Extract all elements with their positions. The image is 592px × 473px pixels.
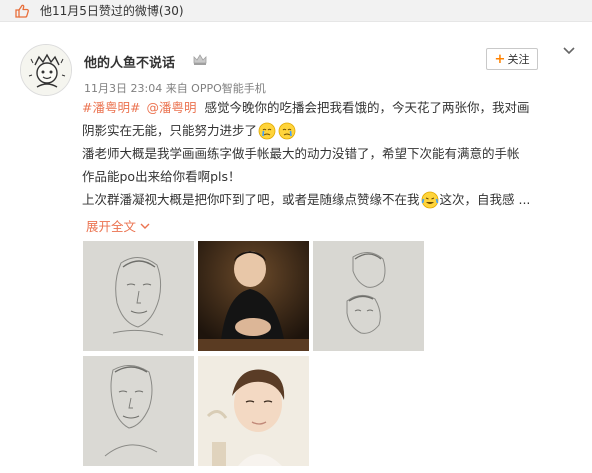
username[interactable]: 他的人鱼不说话 xyxy=(84,52,175,71)
expand-full-text-link[interactable]: 展开全文 xyxy=(86,216,150,235)
post-text-segment: 阴影实在无能，只能努力进步了 xyxy=(82,123,258,138)
sketch-portrait-2[interactable] xyxy=(313,241,424,351)
post-line-4: 作品能po出来给你看啊pls！ xyxy=(82,165,582,188)
post-text-segment: 这次，自我感 ... xyxy=(439,192,531,207)
crown-icon xyxy=(193,54,207,65)
expand-label: 展开全文 xyxy=(86,219,137,234)
liked-posts-title: 他11月5日赞过的微博(30) xyxy=(40,4,184,18)
post-text-segment: 感觉今晚你的吃播会把我看饿的，今天花了两张你，我对画 xyxy=(204,100,530,115)
photo-man-black-shirt[interactable] xyxy=(198,241,309,351)
avatar[interactable] xyxy=(20,44,72,96)
post-meta: 11月3日 23:04 来自 OPPO智能手机 xyxy=(84,82,266,95)
post-line-2: 阴影实在无能，只能努力进步了 xyxy=(82,119,582,142)
chevron-down-icon xyxy=(140,223,150,229)
post-line-3: 潘老师大概是我学画画练字做手帐最大的动力没错了，希望下次能有满意的手帐 xyxy=(82,142,582,165)
crying-face-icon xyxy=(258,122,276,139)
post-line-5: 上次群潘凝视大概是把你吓到了吧，或者是随缘点赞缘不在我 这次，自我感 ... xyxy=(82,188,582,211)
hashtag-link[interactable]: #潘粤明# xyxy=(82,96,140,119)
plus-icon: + xyxy=(494,51,506,67)
post-text-segment: 潘老师大概是我学画画练字做手帐最大的动力没错了，希望下次能有满意的手帐 xyxy=(82,146,520,161)
avatar-sketch-icon xyxy=(21,45,71,95)
crying-face-icon xyxy=(278,122,296,139)
photo-man-closeup[interactable] xyxy=(198,356,309,466)
follow-label: 关注 xyxy=(507,53,530,66)
sketch-portrait-1[interactable] xyxy=(83,241,194,351)
mention-link[interactable]: @潘粤明 xyxy=(146,96,196,119)
post-text-segment: 作品能po出来给你看啊pls！ xyxy=(82,169,241,184)
chevron-down-icon[interactable] xyxy=(562,46,576,56)
follow-button[interactable]: + 关注 xyxy=(486,48,538,70)
thumbs-up-icon xyxy=(15,4,29,18)
post-content: #潘粤明# @潘粤明 感觉今晚你的吃播会把我看饿的，今天花了两张你，我对画 阴影… xyxy=(82,96,582,211)
laugh-cry-icon xyxy=(421,191,438,208)
sketch-portrait-3[interactable] xyxy=(83,356,194,466)
post-text-segment: 上次群潘凝视大概是把你吓到了吧，或者是随缘点赞缘不在我 xyxy=(82,192,420,207)
weibo-post-card: 他的人鱼不说话 11月3日 23:04 来自 OPPO智能手机 + 关注 #潘粤… xyxy=(8,30,584,471)
liked-posts-header: 他11月5日赞过的微博(30) xyxy=(0,0,592,22)
post-line-1: #潘粤明# @潘粤明 感觉今晚你的吃播会把我看饿的，今天花了两张你，我对画 xyxy=(82,96,582,119)
